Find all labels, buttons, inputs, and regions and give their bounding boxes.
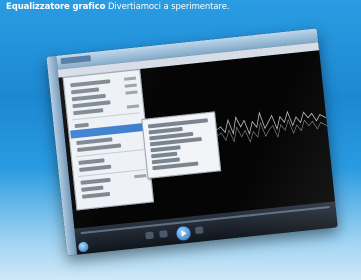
- menu-item[interactable]: [78, 158, 105, 165]
- menu-item[interactable]: [72, 100, 111, 109]
- stop-icon[interactable]: [145, 231, 154, 240]
- menu-shortcut: [123, 76, 137, 81]
- menu-item[interactable]: [81, 185, 104, 192]
- caption-text: Divertiamoci a sperimentare.: [107, 2, 230, 12]
- previous-icon[interactable]: [159, 230, 168, 238]
- article-caption: Equalizzatore grafico Divertiamoci a spe…: [6, 0, 356, 12]
- next-icon[interactable]: [194, 226, 204, 235]
- context-submenu[interactable]: [141, 111, 222, 179]
- menu-item[interactable]: [74, 122, 89, 129]
- caption-cropped-line: [6, 0, 356, 2]
- caption-line: Equalizzatore grafico Divertiamoci a spe…: [6, 2, 356, 12]
- menu-item[interactable]: [77, 143, 122, 153]
- menu-shortcut: [126, 104, 140, 109]
- media-player-window-photo: [46, 28, 338, 256]
- windows-orb-icon[interactable]: [77, 241, 89, 253]
- menu-item[interactable]: [73, 108, 104, 116]
- menu-shortcut: [125, 90, 138, 95]
- caption-bold-term: Equalizzatore grafico: [6, 2, 106, 12]
- menu-shortcut: [124, 83, 137, 88]
- menu-shortcut: [134, 173, 147, 179]
- play-icon[interactable]: [174, 224, 193, 243]
- context-menu[interactable]: [62, 69, 155, 211]
- menu-item[interactable]: [70, 79, 111, 88]
- menu-item[interactable]: [70, 87, 100, 95]
- menu-item[interactable]: [79, 164, 112, 172]
- menu-item[interactable]: [80, 177, 111, 185]
- window-title-chip: [60, 55, 91, 65]
- menu-item[interactable]: [81, 191, 111, 199]
- menu-item[interactable]: [71, 93, 106, 102]
- submenu-item[interactable]: [151, 151, 178, 158]
